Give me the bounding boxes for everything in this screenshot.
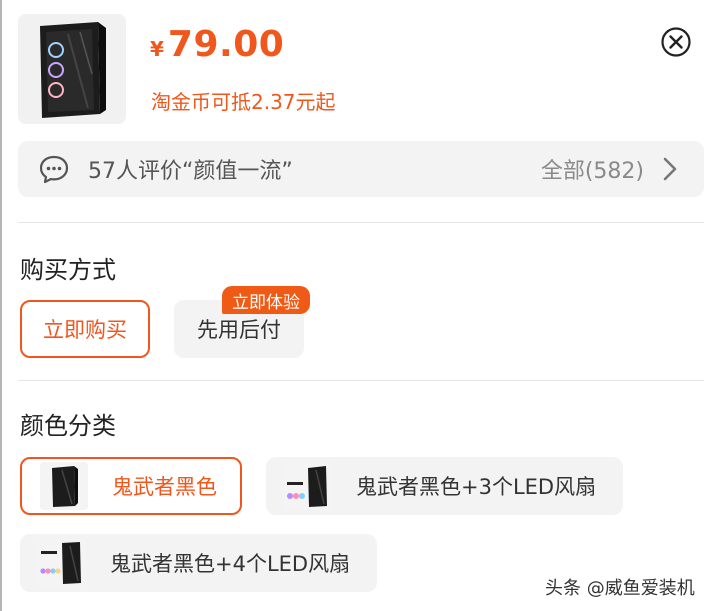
product-price: ¥ 79.00 — [150, 24, 284, 65]
color-option-label: 鬼武者黑色 — [112, 475, 217, 499]
left-edge-border — [0, 0, 2, 611]
close-icon — [661, 27, 691, 57]
chat-bubble-icon — [39, 155, 69, 184]
buy-now-option[interactable]: 立即购买 — [20, 300, 150, 358]
review-summary-bar[interactable]: 57人评价“颜值一流” 全部(582) — [18, 141, 704, 197]
color-option-black-4-led[interactable]: 鬼武者黑色+4个LED风扇 — [20, 534, 377, 592]
divider — [18, 380, 704, 381]
color-option-label: 鬼武者黑色+4个LED风扇 — [110, 552, 351, 576]
try-now-badge: 立即体验 — [222, 286, 310, 314]
color-category-title: 颜色分类 — [20, 412, 116, 440]
color-option-black-3-led[interactable]: 鬼武者黑色+3个LED风扇 — [266, 457, 623, 515]
color-option-label: 鬼武者黑色+3个LED风扇 — [356, 475, 597, 499]
case-thumbnail — [40, 462, 88, 510]
color-option-black[interactable]: 鬼武者黑色 — [20, 457, 242, 515]
coin-discount-text: 淘金币可抵2.37元起 — [151, 90, 336, 114]
divider — [18, 222, 704, 223]
case-thumbnail — [38, 539, 86, 587]
all-reviews-link[interactable]: 全部(582) — [541, 153, 644, 185]
chevron-right-icon — [663, 157, 677, 181]
purchase-method-title: 购买方式 — [20, 256, 116, 284]
currency-symbol: ¥ — [150, 37, 164, 61]
product-image — [18, 14, 126, 124]
case-thumbnail — [284, 462, 332, 510]
price-value: 79.00 — [167, 24, 285, 65]
review-summary-text: 57人评价“颜值一流” — [88, 159, 293, 184]
watermark-text: 头条 @威鱼爱装机 — [545, 578, 695, 599]
close-button[interactable] — [660, 26, 692, 58]
